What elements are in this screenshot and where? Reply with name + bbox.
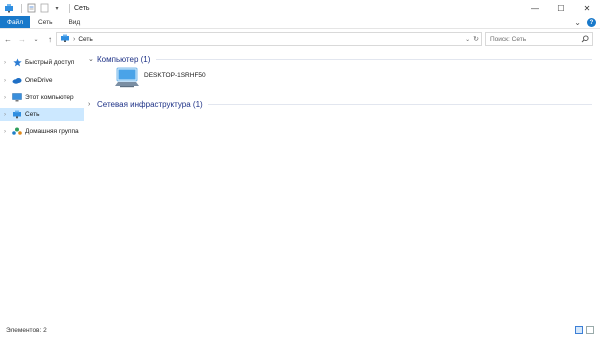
nav-item-label: Домашняя группа: [25, 128, 79, 135]
computer-icon: [12, 93, 22, 102]
nav-item-onedrive[interactable]: › OneDrive: [0, 74, 84, 87]
expand-chevron-icon[interactable]: ›: [4, 95, 12, 101]
close-button[interactable]: ✕: [574, 0, 600, 16]
title-bar: ▾ Сеть — ☐ ✕: [0, 0, 600, 16]
refresh-icon[interactable]: ↻: [473, 35, 479, 43]
group-divider: [208, 104, 592, 105]
breadcrumb-separator[interactable]: ›: [73, 36, 75, 43]
group-divider: [156, 59, 592, 60]
address-dropdown-icon[interactable]: ⌄: [465, 36, 470, 43]
recent-locations-icon[interactable]: ⌄: [30, 33, 42, 45]
tab-network[interactable]: Сеть: [30, 16, 60, 28]
window-controls: — ☐ ✕: [522, 0, 600, 16]
computer-item[interactable]: DESKTOP-1SRHF50: [114, 66, 206, 92]
nav-item-quick-access[interactable]: › Быстрый доступ: [0, 56, 84, 69]
help-icon[interactable]: ?: [587, 18, 596, 27]
new-folder-icon[interactable]: [39, 3, 49, 13]
breadcrumb-network[interactable]: Сеть: [78, 36, 92, 43]
toolbar-separator: [21, 3, 22, 13]
network-icon: [12, 110, 22, 119]
nav-item-this-pc[interactable]: › Этот компьютер: [0, 91, 84, 104]
cloud-icon: [12, 76, 22, 85]
group-label: Сетевая инфраструктура (1): [97, 99, 203, 109]
items-count: Элементов: 2: [6, 326, 47, 334]
properties-icon[interactable]: [26, 3, 36, 13]
customize-toolbar-icon[interactable]: ▾: [52, 3, 62, 13]
group-collapse-chevron-icon[interactable]: ⌄: [88, 55, 97, 63]
search-input[interactable]: Поиск: Сеть: [490, 36, 526, 43]
tab-view[interactable]: Вид: [60, 16, 88, 28]
nav-item-network[interactable]: › Сеть: [0, 108, 84, 121]
ribbon-collapse-icon[interactable]: ⌄: [574, 18, 581, 27]
forward-arrow-icon[interactable]: →: [16, 33, 28, 45]
view-toggle-group: [575, 326, 594, 334]
nav-item-label: Сеть: [25, 111, 40, 118]
star-icon: [12, 58, 22, 67]
window-title: Сеть: [74, 4, 90, 12]
expand-chevron-icon[interactable]: ›: [4, 60, 12, 66]
back-arrow-icon[interactable]: ←: [2, 33, 14, 45]
minimize-button[interactable]: —: [522, 0, 548, 16]
tab-file[interactable]: Файл: [0, 16, 30, 28]
address-bar[interactable]: › Сеть ⌄ ↻: [56, 32, 482, 46]
address-network-icon: [60, 34, 70, 45]
nav-item-label: OneDrive: [25, 77, 53, 84]
desktop-computer-icon: [114, 66, 140, 92]
nav-item-label: Этот компьютер: [25, 94, 74, 101]
title-separator: [69, 3, 70, 13]
search-box[interactable]: Поиск: Сеть: [485, 32, 593, 46]
large-icons-view-icon[interactable]: [586, 326, 594, 334]
expand-chevron-icon[interactable]: ›: [4, 78, 12, 84]
group-expand-chevron-icon[interactable]: ›: [88, 101, 97, 108]
address-controls: ⌄ ↻: [465, 33, 479, 45]
nav-item-homegroup[interactable]: › Домашняя группа: [0, 125, 84, 138]
nav-item-label: Быстрый доступ: [25, 59, 75, 66]
group-header-infrastructure[interactable]: › Сетевая инфраструктура (1): [88, 98, 203, 110]
ribbon-controls: ⌄ ?: [574, 16, 596, 29]
ribbon-tabs: Файл Сеть Вид ⌄ ?: [0, 16, 600, 29]
up-arrow-icon[interactable]: ↑: [44, 33, 56, 45]
navigation-pane: › Быстрый доступ › OneDrive › Этот компь…: [0, 50, 84, 322]
quick-access-toolbar: ▾ Сеть: [0, 0, 90, 16]
content-pane: ⌄ Компьютер (1) DESKTOP-1SRHF50 › Сетева…: [86, 50, 598, 322]
network-folder-icon: [4, 3, 14, 13]
expand-chevron-icon[interactable]: ›: [4, 112, 12, 118]
address-row: ← → ⌄ ↑ › Сеть ⌄ ↻ Поиск: Сеть: [0, 30, 600, 48]
homegroup-icon: [12, 127, 22, 136]
status-bar: Элементов: 2: [0, 322, 600, 338]
group-label: Компьютер (1): [97, 54, 151, 64]
search-icon[interactable]: [581, 35, 589, 45]
expand-chevron-icon[interactable]: ›: [4, 129, 12, 135]
maximize-button[interactable]: ☐: [548, 0, 574, 16]
group-header-computers[interactable]: ⌄ Компьютер (1): [88, 53, 150, 65]
computer-name: DESKTOP-1SRHF50: [144, 72, 206, 79]
details-view-icon[interactable]: [575, 326, 583, 334]
